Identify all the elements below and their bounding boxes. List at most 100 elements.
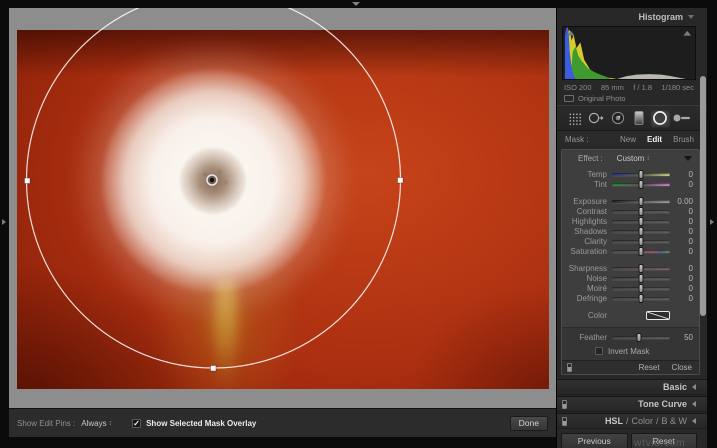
panel-toggle-icon[interactable] [562,416,567,426]
mask-reset-button[interactable]: Reset [639,363,660,372]
effect-disclosure-icon[interactable] [684,156,692,161]
left-collapse-icon[interactable] [2,219,6,225]
show-edit-pins-select[interactable]: Always [81,419,106,428]
panel-section-basic[interactable]: Basic [557,379,707,395]
mask-overlay-checkbox[interactable]: ✓ [132,418,142,428]
photo-canvas[interactable] [9,8,556,408]
previous-button[interactable]: Previous [561,433,628,448]
mask-close-button[interactable]: Close [672,363,692,372]
slider-track[interactable] [612,273,670,283]
top-collapse-icon[interactable] [352,2,360,6]
slider-value: 0.00 [677,196,693,206]
mask-mode-new[interactable]: New [620,135,636,144]
right-panel: Histogram ISO 200 85 mm f / 1.8 1/180 se… [556,8,707,448]
slider-label: Temp [587,169,607,179]
slider-clarity: Clarity 0 [564,236,694,246]
slider-moir: Moiré 0 [564,283,694,293]
mask-mode-edit[interactable]: Edit [647,135,662,144]
watermark: wtvid.com [634,437,686,448]
slider-knob[interactable] [638,216,644,226]
panel-section-hsl-color-b-w[interactable]: HSL / Color / B & W [557,413,707,429]
slider-track[interactable] [612,206,670,216]
clipping-indicators[interactable] [563,27,695,79]
right-collapse-icon[interactable] [710,219,714,225]
section-label: HSL / Color / B & W [605,416,687,426]
separator: / [625,416,629,426]
color-swatch[interactable] [646,311,670,320]
radial-filter-handle-bottom [210,365,217,372]
effect-preset-select[interactable]: Custom [617,154,645,163]
updown-icon: ↕ [646,155,650,162]
tool-strip [557,105,707,130]
radial-filter-handle-right [397,177,404,184]
slider-label: Contrast [576,206,607,216]
slider-track[interactable] [612,293,670,303]
slider-value: 50 [684,332,693,342]
slider-knob[interactable] [638,293,644,303]
slider-track[interactable] [612,236,670,246]
photo-frame-icon [564,95,574,102]
done-button[interactable]: Done [509,415,548,431]
slider-knob[interactable] [638,226,644,236]
slider-value: 0 [688,179,693,189]
slider-track[interactable] [612,216,670,226]
slider-knob[interactable] [638,246,644,256]
slider-knob[interactable] [638,169,644,179]
slider-knob[interactable] [638,236,644,246]
separator: / [655,416,659,426]
invert-mask-row[interactable]: Invert Mask [595,345,694,357]
mask-overlay-label: Show Selected Mask Overlay [146,418,257,428]
crop-grid-icon[interactable] [564,109,585,128]
collapse-left-icon [692,384,696,390]
slider-value: 0 [688,236,693,246]
panel-toggle-icon[interactable] [562,399,567,409]
slider-knob[interactable] [638,179,644,189]
panel-sections: Basic Tone Curve HSL / Color / B & W [557,379,707,429]
slider-knob[interactable] [638,196,644,206]
color-row: Color [564,308,694,323]
section-label-part: Color [631,416,653,426]
iso-value: ISO 200 [564,83,592,92]
mask-bar: Mask : New Edit Brush [557,130,707,147]
mask-mode-brush[interactable]: Brush [673,135,694,144]
slider-contrast: Contrast 0 [564,206,694,216]
histogram[interactable] [562,26,696,80]
slider-knob[interactable] [638,273,644,283]
mask-label: Mask : [565,134,589,144]
slider-track[interactable] [612,332,670,342]
original-photo-row[interactable]: Original Photo [557,92,707,105]
spot-removal-icon[interactable] [585,109,606,128]
section-label-part: HSL [604,416,623,426]
invert-mask-checkbox[interactable] [595,347,603,355]
panel-switch-icon[interactable] [567,363,572,372]
histogram-header[interactable]: Histogram [557,8,707,26]
slider-value: 0 [688,273,693,283]
slider-knob[interactable] [636,332,642,342]
section-label: Tone Curve [638,399,687,409]
slider-sharpness: Sharpness 0 [564,263,694,273]
radial-filter-overlay[interactable] [9,8,556,408]
red-eye-icon[interactable] [607,109,628,128]
slider-track[interactable] [612,179,670,189]
slider-track[interactable] [612,246,670,256]
adjustment-brush-icon[interactable] [671,109,693,128]
slider-value: 0 [688,283,693,293]
slider-track[interactable] [612,263,670,273]
radial-filter-panel: Effect : Custom ↕ Temp 0 Tint 0 Exposure 0.0… [561,149,700,375]
collapse-left-icon [692,401,696,407]
histogram-title: Histogram [638,12,683,22]
slider-track[interactable] [612,226,670,236]
slider-knob[interactable] [638,263,644,273]
lightroom-window: Show Edit Pins : Always ↕ ✓ Show Selecte… [0,0,717,448]
panel-section-tone-curve[interactable]: Tone Curve [557,396,707,412]
slider-track[interactable] [612,169,670,179]
slider-knob[interactable] [638,283,644,293]
slider-track[interactable] [612,196,670,206]
effect-label: Effect : [578,154,603,163]
slider-group-wb: Temp 0 Tint 0 [564,169,694,189]
graduated-filter-icon[interactable] [628,109,649,128]
slider-knob[interactable] [638,206,644,216]
slider-track[interactable] [612,283,670,293]
radial-filter-icon[interactable] [649,108,672,128]
panel-scrollbar[interactable] [700,76,706,316]
